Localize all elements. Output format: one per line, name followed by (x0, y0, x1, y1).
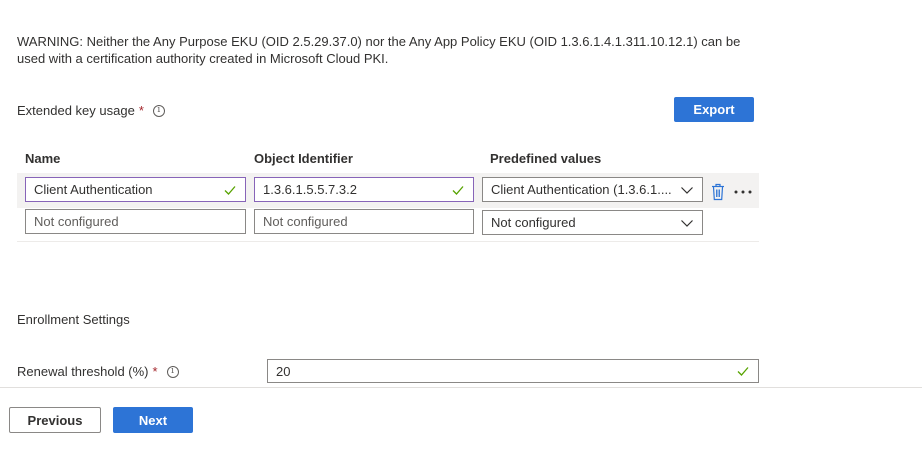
export-button[interactable]: Export (674, 97, 754, 122)
info-icon[interactable]: i (166, 365, 179, 378)
eku-name-input-new[interactable]: Not configured (25, 209, 246, 234)
enrollment-settings-title: Enrollment Settings (17, 312, 130, 327)
predefined-selected-value-new: Not configured (491, 215, 576, 230)
warning-message: WARNING: Neither the Any Purpose EKU (OI… (17, 34, 741, 66)
eku-label: Extended key usage * i (17, 103, 165, 118)
info-icon[interactable]: i (152, 104, 165, 117)
footer-divider (0, 387, 922, 388)
previous-button[interactable]: Previous (9, 407, 101, 433)
column-header-name: Name (25, 151, 61, 166)
eku-label-text: Extended key usage (17, 103, 135, 118)
predefined-values-dropdown[interactable]: Client Authentication (1.3.6.1.... (482, 177, 703, 202)
checkmark-icon (224, 185, 236, 195)
renewal-threshold-input[interactable]: 20 (267, 359, 759, 383)
eku-name-input[interactable]: Client Authentication (25, 177, 246, 202)
predefined-values-dropdown-new[interactable]: Not configured (482, 210, 703, 235)
eku-oid-input-new[interactable]: Not configured (254, 209, 474, 234)
eku-oid-input[interactable]: 1.3.6.1.5.5.7.3.2 (254, 177, 474, 202)
renewal-threshold-label: Renewal threshold (%) * i (17, 364, 179, 379)
oid-placeholder: Not configured (263, 214, 348, 229)
predefined-selected-value: Client Authentication (1.3.6.1.... (491, 182, 672, 197)
column-header-oid: Object Identifier (254, 151, 353, 166)
checkmark-icon (452, 185, 464, 195)
next-button[interactable]: Next (113, 407, 193, 433)
required-indicator: * (138, 103, 144, 118)
renewal-threshold-value: 20 (276, 363, 291, 379)
row-divider (17, 241, 759, 242)
delete-icon[interactable] (710, 182, 726, 202)
renewal-threshold-label-text: Renewal threshold (%) (17, 364, 149, 379)
more-options-icon[interactable] (732, 184, 754, 200)
eku-oid-value: 1.3.6.1.5.5.7.3.2 (263, 182, 357, 197)
eku-name-value: Client Authentication (34, 182, 153, 197)
name-placeholder: Not configured (34, 214, 119, 229)
column-header-predefined: Predefined values (490, 151, 602, 166)
chevron-down-icon (681, 186, 693, 194)
required-indicator: * (152, 364, 158, 379)
checkmark-icon (737, 367, 749, 376)
chevron-down-icon (681, 219, 693, 227)
